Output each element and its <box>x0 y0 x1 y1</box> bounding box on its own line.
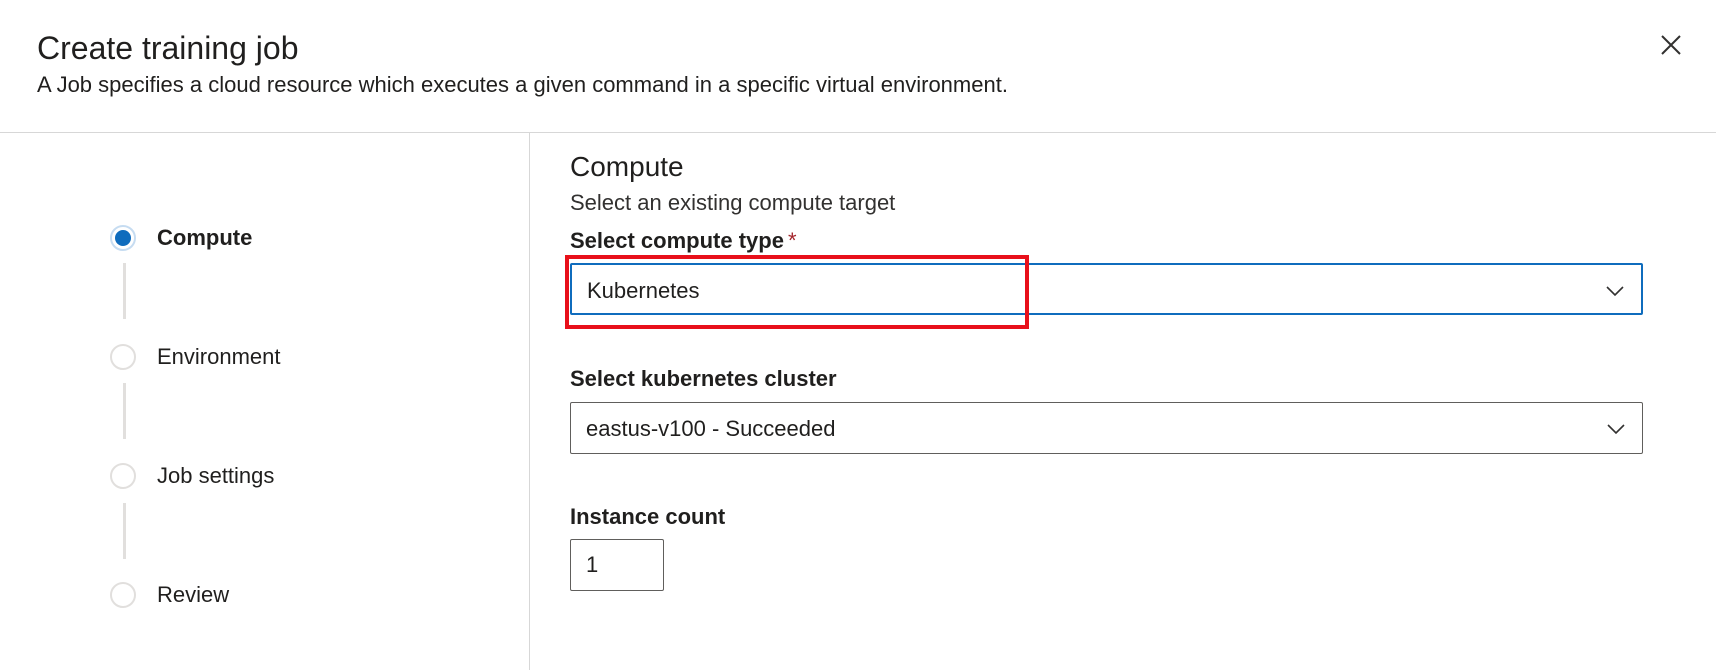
create-training-job-dialog: Create training job A Job specifies a cl… <box>0 0 1716 670</box>
kubernetes-cluster-dropdown[interactable]: eastus-v100 - Succeeded <box>570 402 1643 454</box>
compute-type-label: Select compute type * <box>570 228 797 254</box>
close-icon <box>1661 35 1681 55</box>
instance-count-label: Instance count <box>570 504 726 529</box>
cluster-label: Select kubernetes cluster <box>570 366 837 391</box>
step-active-indicator <box>110 225 136 251</box>
instance-count-input[interactable] <box>570 539 664 591</box>
step-indicator <box>110 582 136 608</box>
wizard-steps: Compute Environment Job settings Review <box>0 133 530 670</box>
dialog-header: Create training job A Job specifies a cl… <box>0 0 1716 133</box>
section-description: Select an existing compute target <box>570 190 896 215</box>
compute-type-label-text: Select compute type <box>570 228 784 253</box>
chevron-down-icon <box>1604 417 1628 441</box>
step-label: Environment <box>157 344 281 369</box>
step-label: Review <box>157 582 230 607</box>
step-connector <box>123 263 126 319</box>
step-label: Job settings <box>157 463 275 488</box>
step-label: Compute <box>157 225 253 250</box>
compute-type-dropdown[interactable]: Kubernetes <box>570 263 1643 315</box>
step-connector <box>123 383 126 439</box>
step-connector <box>123 503 126 559</box>
section-title: Compute <box>570 151 684 182</box>
step-indicator <box>110 344 136 370</box>
step-indicator <box>110 463 136 489</box>
chevron-down-icon <box>1603 279 1627 303</box>
dialog-subtitle: A Job specifies a cloud resource which e… <box>37 72 1008 97</box>
required-marker: * <box>787 228 797 253</box>
compute-type-value: Kubernetes <box>587 278 700 303</box>
close-button[interactable] <box>1655 29 1687 61</box>
dialog-title: Create training job <box>37 30 299 66</box>
cluster-value: eastus-v100 - Succeeded <box>586 416 836 441</box>
